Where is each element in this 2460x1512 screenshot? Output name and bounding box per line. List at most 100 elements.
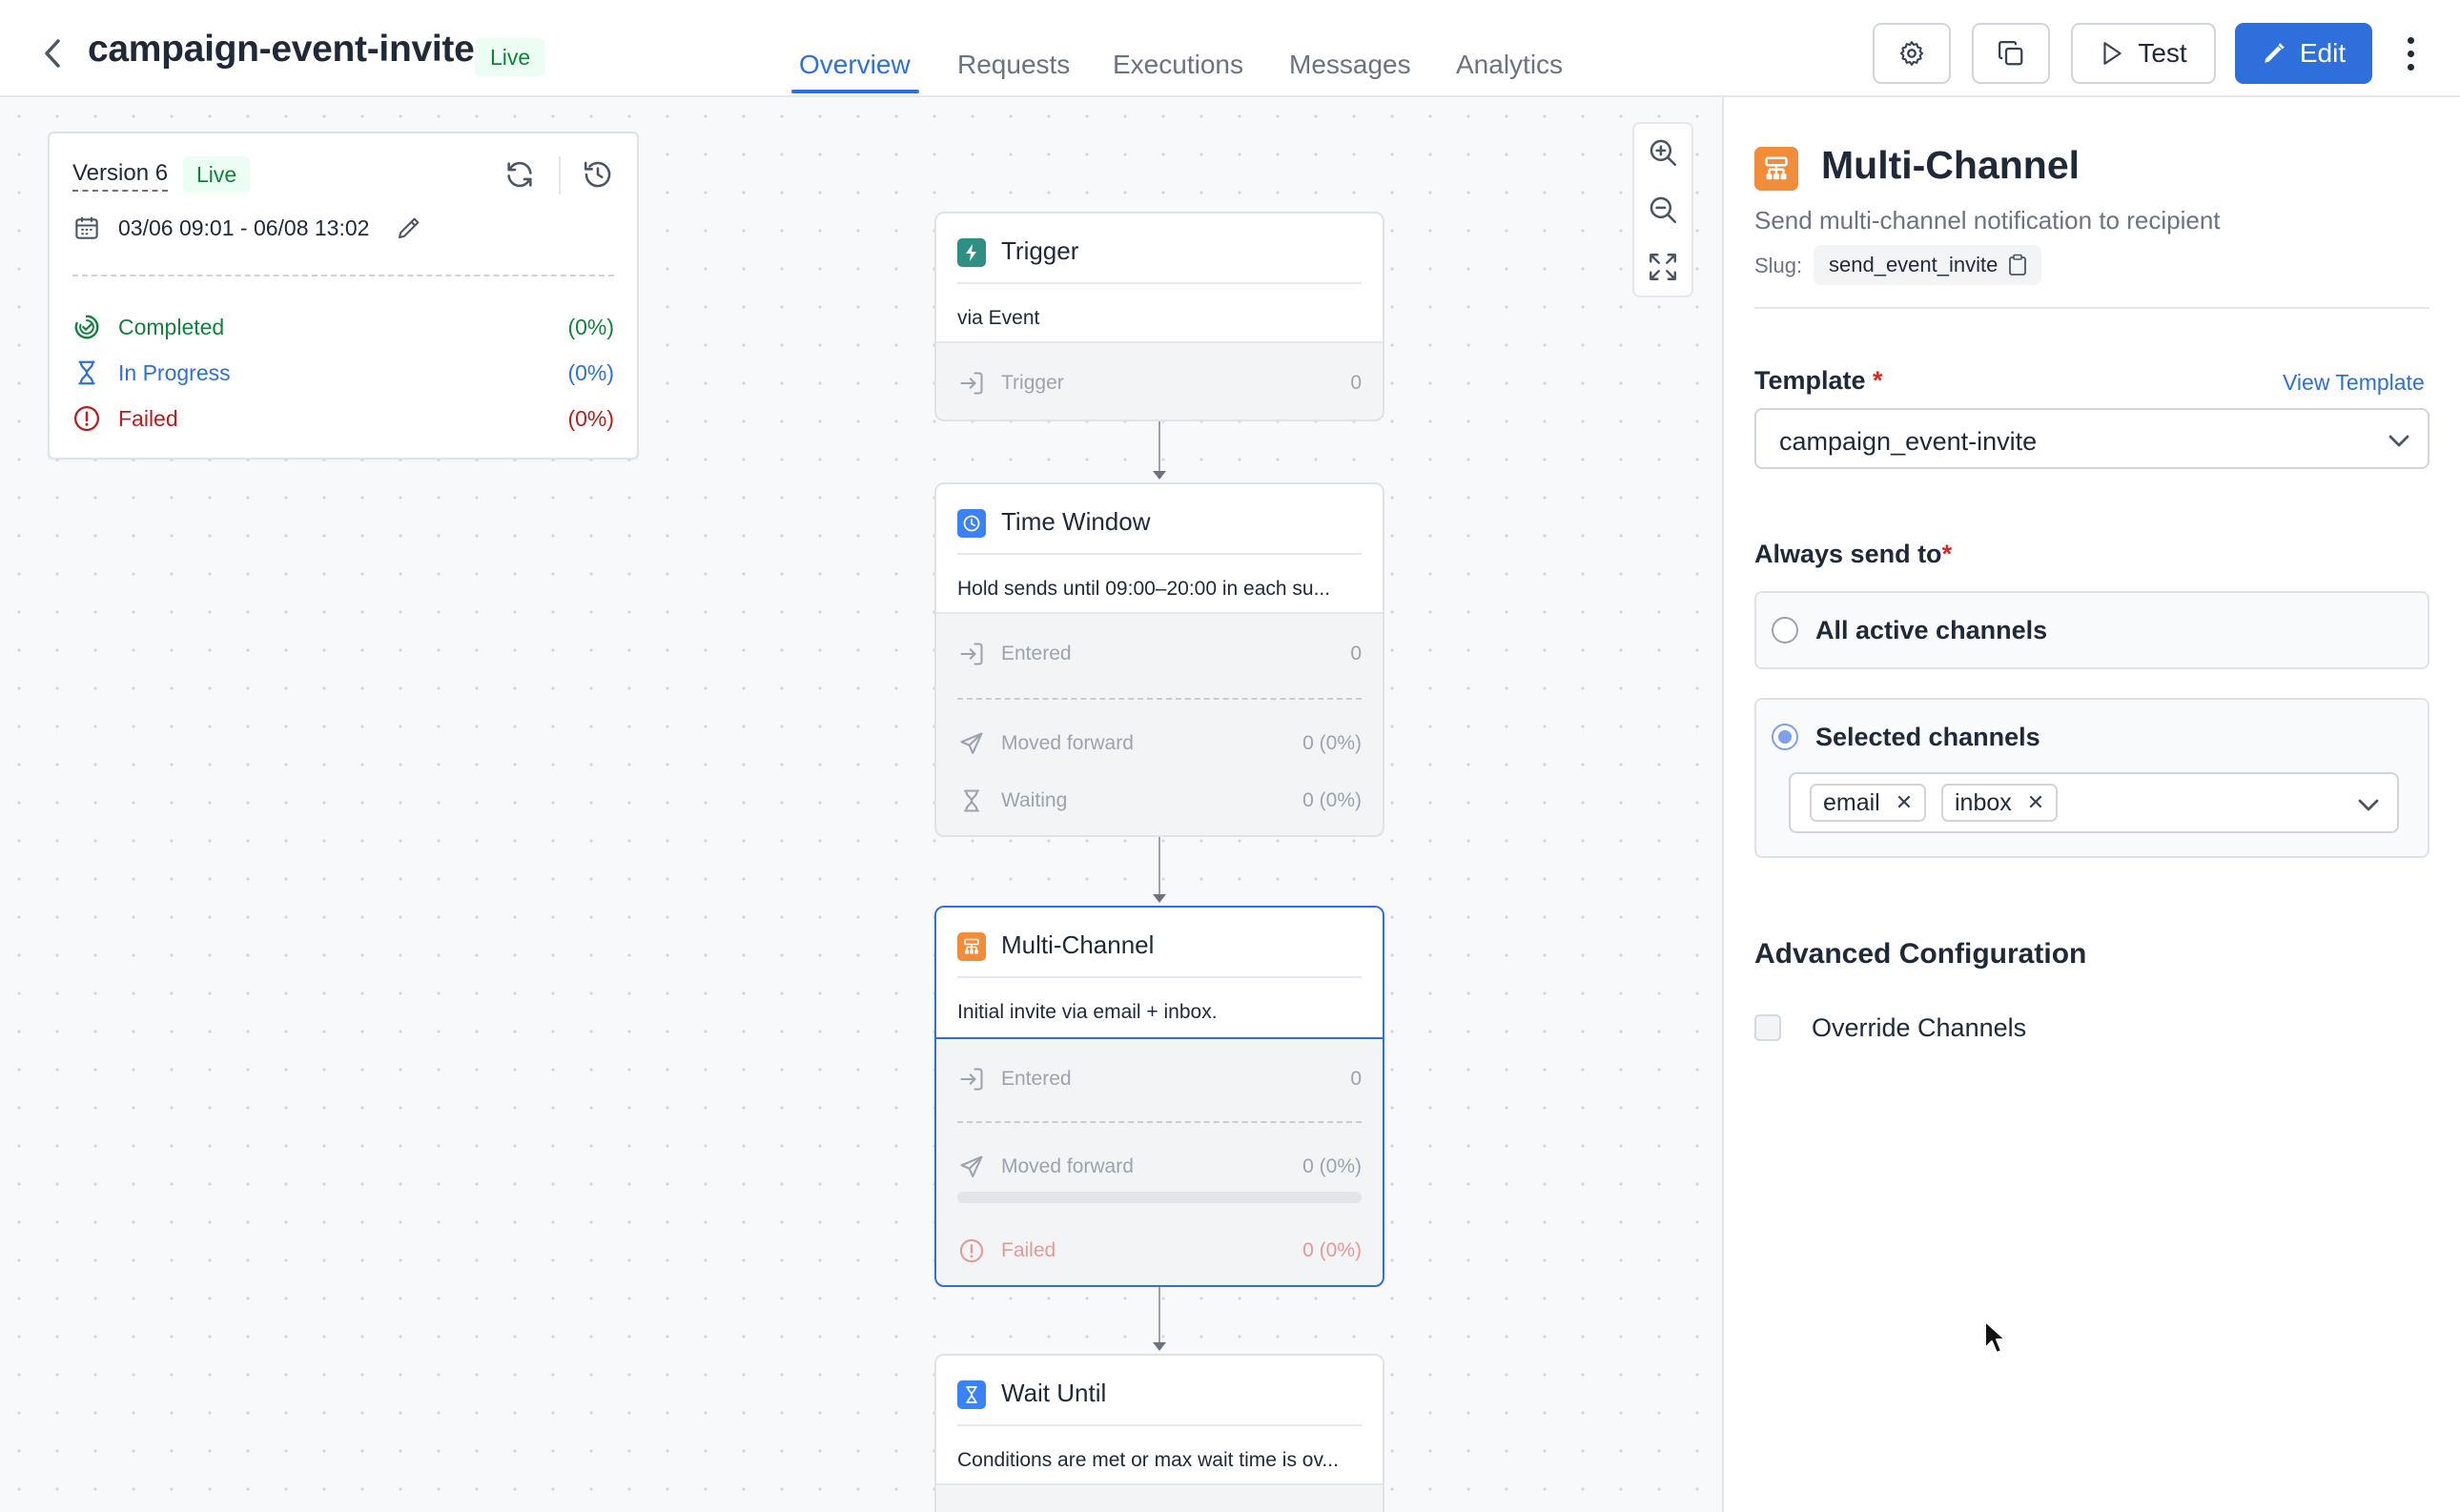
- divider: [957, 1121, 1362, 1123]
- tab-executions[interactable]: Executions: [1113, 50, 1243, 80]
- metric-row: Entered 0: [957, 637, 1362, 671]
- option-selected-channels[interactable]: Selected channels email ✕ inbox ✕: [1754, 698, 2429, 858]
- metric-row: Failed 0 (0%): [957, 1234, 1362, 1268]
- chevron-down-icon: [2388, 435, 2409, 447]
- zoom-in-button[interactable]: [1634, 124, 1691, 181]
- override-channels-checkbox[interactable]: [1754, 1014, 1781, 1041]
- hourglass-icon: [957, 1380, 986, 1409]
- chip-label: email: [1823, 788, 1880, 816]
- metric-value: 0 (0%): [1302, 789, 1362, 811]
- tab-messages[interactable]: Messages: [1289, 50, 1411, 80]
- node-description: Initial invite via email + inbox.: [957, 1001, 1218, 1023]
- chip-label: inbox: [1955, 788, 2012, 816]
- node-trigger[interactable]: Trigger via Event Trigger 0: [934, 212, 1384, 421]
- stat-completed-value: (0%): [567, 315, 614, 339]
- top-header: campaign-event-invite Live Overview Requ…: [0, 0, 2460, 97]
- channel-chip-email: email ✕: [1810, 784, 1927, 822]
- enter-icon: [957, 1065, 986, 1093]
- edit-button-label: Edit: [2299, 38, 2347, 68]
- more-dot-icon: [2407, 63, 2414, 71]
- enter-icon: [957, 640, 986, 668]
- version-history-button[interactable]: [582, 158, 614, 191]
- duplicate-button[interactable]: [1972, 23, 2050, 84]
- more-dot-icon: [2407, 36, 2414, 44]
- active-tab-indicator: [791, 90, 919, 93]
- metric-label: Entered: [1001, 1068, 1072, 1090]
- stat-in-progress-label: In Progress: [118, 360, 231, 385]
- slug-label: Slug:: [1754, 254, 1803, 277]
- template-select[interactable]: campaign_event-invite: [1754, 408, 2429, 469]
- clock-icon: [957, 509, 986, 538]
- edge-connector: [1158, 421, 1160, 471]
- alert-circle-icon: [957, 1236, 986, 1265]
- node-multi-channel[interactable]: Multi-Channel Initial invite via email +…: [934, 906, 1384, 1287]
- zoom-in-icon: [1650, 139, 1677, 167]
- panel-description: Send multi-channel notification to recip…: [1754, 206, 2221, 235]
- refresh-button[interactable]: [503, 158, 536, 191]
- status-badge: Live: [475, 38, 546, 76]
- chevron-left-icon: [45, 39, 60, 68]
- enter-icon: [957, 369, 986, 398]
- alert-circle-icon: [72, 404, 101, 433]
- node-time-window[interactable]: Time Window Hold sends until 09:00–20:00…: [934, 482, 1384, 837]
- lightning-icon: [957, 238, 986, 267]
- node-description: Hold sends until 09:00–20:00 in each su.…: [957, 578, 1331, 600]
- version-status-badge: Live: [183, 156, 251, 193]
- tab-analytics[interactable]: Analytics: [1456, 50, 1563, 80]
- metric-label: Trigger: [1001, 372, 1064, 394]
- fit-view-button[interactable]: [1634, 238, 1691, 296]
- test-button-label: Test: [2138, 38, 2187, 68]
- metric-label: Moved forward: [1001, 1155, 1134, 1177]
- send-icon: [957, 1153, 986, 1181]
- metric-row: Moved forward 0 (0%): [957, 726, 1362, 761]
- tab-overview[interactable]: Overview: [799, 50, 911, 80]
- stat-failed-value: (0%): [567, 406, 614, 431]
- metric-value: 0 (0%): [1302, 1155, 1362, 1177]
- radio-all-channels[interactable]: [1772, 617, 1798, 644]
- metric-label: Entered: [1001, 643, 1072, 664]
- copy-icon: [1999, 41, 2023, 66]
- zoom-controls: [1632, 122, 1693, 297]
- metric-value: 0 (0%): [1302, 1239, 1362, 1261]
- edit-button[interactable]: Edit: [2235, 23, 2372, 84]
- divider: [559, 156, 561, 194]
- metric-value: 0 (0%): [1302, 732, 1362, 754]
- tab-requests[interactable]: Requests: [957, 50, 1070, 80]
- remove-chip-icon[interactable]: ✕: [2027, 792, 2044, 813]
- stat-completed-label: Completed: [118, 315, 225, 339]
- node-title: Time Window: [1001, 507, 1151, 536]
- edit-date-range-button[interactable]: [395, 214, 423, 242]
- back-button[interactable]: [34, 34, 72, 72]
- test-button[interactable]: Test: [2071, 23, 2216, 84]
- radio-selected-channels[interactable]: [1772, 724, 1798, 750]
- template-label: Template *: [1754, 366, 1883, 395]
- view-template-link[interactable]: View Template: [2283, 370, 2425, 396]
- divider: [72, 275, 614, 276]
- override-channels-label[interactable]: Override Channels: [1812, 1013, 2026, 1043]
- version-label[interactable]: Version 6: [72, 160, 169, 192]
- node-title: Trigger: [1001, 236, 1079, 265]
- remove-chip-icon[interactable]: ✕: [1896, 792, 1913, 813]
- page-title: campaign-event-invite: [88, 29, 475, 70]
- clipboard-icon: [2009, 254, 2027, 276]
- channels-multiselect[interactable]: email ✕ inbox ✕: [1789, 772, 2399, 833]
- stat-failed-label: Failed: [118, 406, 178, 431]
- copy-slug-button[interactable]: [2007, 254, 2028, 276]
- required-marker: *: [1873, 366, 1883, 395]
- always-send-to-label: Always send to*: [1754, 540, 1953, 568]
- chevron-down-icon: [2358, 799, 2379, 811]
- more-dot-icon: [2407, 50, 2414, 57]
- advanced-config-heading: Advanced Configuration: [1754, 938, 2087, 970]
- node-wait-until[interactable]: Wait Until Conditions are met or max wai…: [934, 1354, 1384, 1512]
- divider: [957, 553, 1362, 555]
- zoom-out-button[interactable]: [1634, 181, 1691, 238]
- option-all-channels[interactable]: All active channels: [1754, 591, 2429, 669]
- option-label: Selected channels: [1815, 723, 2040, 751]
- multi-channel-icon: [957, 932, 986, 961]
- more-options-button[interactable]: [2395, 29, 2426, 78]
- edge-connector: [1158, 1287, 1160, 1344]
- metric-row: Trigger 0: [957, 366, 1362, 400]
- settings-button[interactable]: [1873, 23, 1951, 84]
- mouse-cursor-icon: [1983, 1319, 2008, 1356]
- metric-row: Entered 0: [957, 1062, 1362, 1096]
